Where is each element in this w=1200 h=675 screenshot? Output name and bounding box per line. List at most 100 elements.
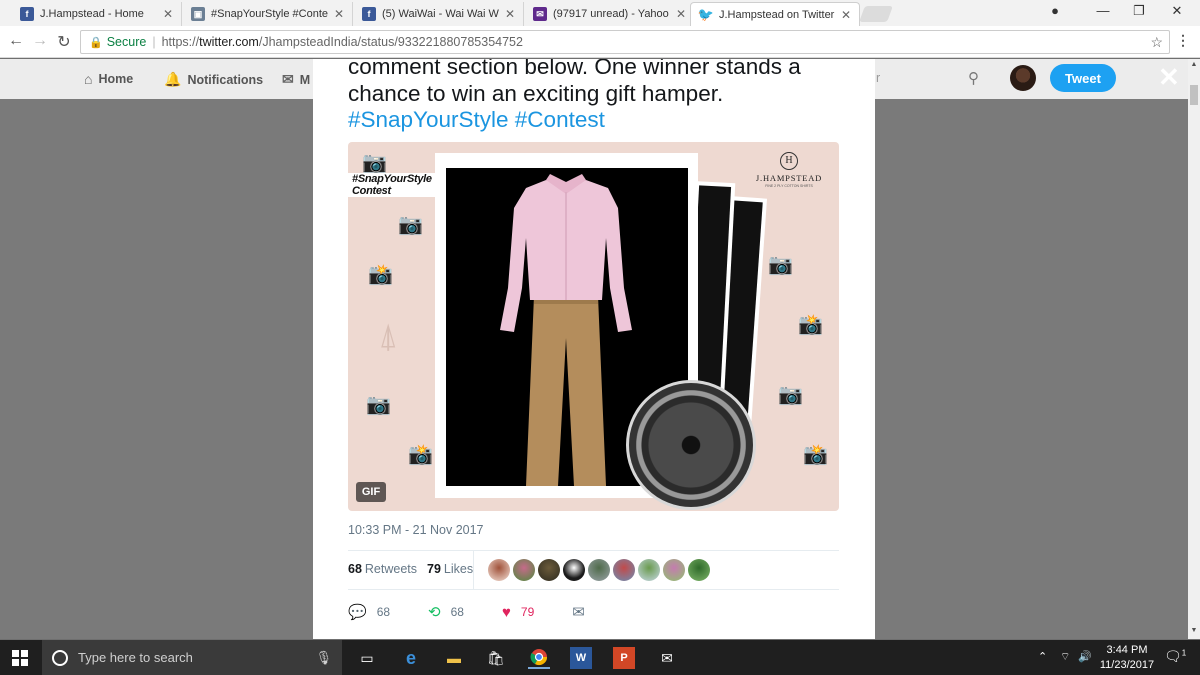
chrome-menu-icon[interactable]: ⋮	[1176, 32, 1190, 49]
camera-doodle-icon: 📷	[366, 394, 391, 416]
tweet-media-gif[interactable]: 📷 📷 📸 ⍋ 📷 📸 📷 📸 📷 📸 #SnapYourStyle Conte…	[348, 142, 839, 511]
avatar[interactable]	[538, 559, 560, 581]
twitter-icon: 🐦	[697, 6, 715, 22]
word-icon[interactable]: W	[570, 647, 592, 669]
nav-home[interactable]: ⌂ Home	[84, 71, 133, 87]
tweet-hashtags[interactable]: #SnapYourStyle #Contest	[348, 107, 605, 133]
tweet-stats: 68 Retweets 79 Likes	[348, 562, 473, 576]
envelope-icon: ✉	[572, 604, 585, 621]
tab-waiwai[interactable]: f (5) WaiWai - Wai Wai Wa ✕	[354, 2, 524, 26]
camera-doodle-icon: 📷	[778, 384, 803, 406]
search-placeholder-partial: r	[876, 71, 881, 85]
likes-count: 79	[427, 562, 441, 576]
tweet-button[interactable]: Tweet	[1050, 64, 1116, 92]
chrome-logo	[530, 649, 548, 666]
avatar[interactable]	[588, 559, 610, 581]
tray-expand-icon[interactable]: ⌃	[1038, 650, 1047, 663]
avatar[interactable]	[1010, 65, 1036, 91]
restore-icon[interactable]: ❐	[1124, 3, 1154, 19]
facebook-icon: f	[20, 7, 34, 21]
tab-snapyourstyle[interactable]: ▣ #SnapYourStyle #Contest ✕	[183, 2, 353, 26]
avatar[interactable]	[488, 559, 510, 581]
nav-notifications-label: Notifications	[187, 72, 264, 87]
taskbar-clock[interactable]: 3:44 PM 11/23/2017	[1092, 643, 1162, 673]
scroll-thumb[interactable]	[1190, 85, 1198, 105]
microphone-icon[interactable]: 🎙	[315, 650, 332, 666]
tab-title: (5) WaiWai - Wai Wai Wa	[382, 8, 499, 20]
close-window-icon[interactable]: ✕	[1162, 3, 1192, 19]
address-bar[interactable]: 🔒 Secure | https:// twitter.com /Jhampst…	[80, 30, 1170, 54]
nav-notifications[interactable]: 🔔 Notifications	[164, 71, 263, 88]
close-icon[interactable]: ✕	[676, 7, 686, 21]
store-icon[interactable]: 🛍	[485, 647, 507, 669]
scroll-up-icon[interactable]: ▲	[1188, 61, 1200, 68]
scroll-down-icon[interactable]: ▼	[1188, 627, 1200, 634]
envelope-icon: ✉	[282, 71, 294, 87]
like-button[interactable]: ♥ 79	[502, 604, 534, 621]
task-view-icon[interactable]: ▭	[356, 647, 378, 669]
close-icon[interactable]: ✕	[505, 7, 515, 21]
close-icon[interactable]: ✕	[841, 8, 851, 22]
avatar[interactable]	[638, 559, 660, 581]
retweets-count: 68	[348, 562, 362, 576]
tab-jhampstead-home[interactable]: f J.Hampstead - Home ✕	[12, 2, 182, 26]
windows-start-icon[interactable]	[12, 650, 28, 666]
wifi-icon[interactable]: ⌔	[1060, 650, 1070, 664]
profile-icon[interactable]: ●	[1040, 3, 1070, 18]
close-modal-icon[interactable]: ✕	[1158, 64, 1180, 90]
divider	[348, 550, 839, 551]
omnibox-separator: |	[152, 35, 156, 49]
page-scrollbar[interactable]: ▲ ▼	[1188, 59, 1200, 639]
tripod-doodle-icon: ⍋	[378, 317, 399, 355]
tab-title: J.Hampstead - Home	[40, 8, 144, 20]
brand-name: J.HAMPSTEAD	[755, 173, 823, 183]
tweet-actions: 💬 68 ⟲ 68 ♥ 79 ✉	[348, 603, 633, 622]
tweet-timestamp[interactable]: 10:33 PM - 21 Nov 2017	[348, 523, 484, 537]
search-field-partial[interactable]: r	[876, 71, 880, 85]
avatar[interactable]	[613, 559, 635, 581]
taskbar-search[interactable]: Type here to search 🎙	[42, 640, 342, 675]
cortana-icon	[52, 649, 68, 666]
powerpoint-icon[interactable]: P	[613, 647, 635, 669]
chrome-icon[interactable]	[528, 647, 550, 669]
bookmark-star-icon[interactable]: ☆	[1150, 34, 1163, 51]
retweets-label: Retweets	[364, 562, 418, 576]
reload-icon[interactable]: ↻	[54, 32, 74, 52]
lock-icon: 🔒	[89, 36, 103, 49]
search-icon[interactable]: ⚲	[968, 69, 979, 87]
tab-strip: f J.Hampstead - Home ✕ ▣ #SnapYourStyle …	[0, 0, 1200, 26]
avatar[interactable]	[513, 559, 535, 581]
direct-message-button[interactable]: ✉	[572, 603, 595, 621]
new-tab-button[interactable]	[859, 6, 893, 22]
like-count: 79	[520, 605, 535, 619]
nav-messages[interactable]: ✉ M	[282, 71, 310, 88]
reply-button[interactable]: 💬 68	[348, 603, 390, 621]
tab-twitter[interactable]: 🐦 J.Hampstead on Twitter: ✕	[690, 2, 860, 26]
browser-toolbar: ← → ↻ 🔒 Secure | https:// twitter.com /J…	[0, 26, 1200, 58]
tab-yahoo-mail[interactable]: ✉ (97917 unread) - Yahoo ✕	[525, 2, 695, 26]
close-icon[interactable]: ✕	[334, 7, 344, 21]
camera-doodle-icon: 📸	[408, 444, 433, 466]
file-explorer-icon[interactable]: ▬	[443, 647, 465, 669]
nav-messages-label: M	[299, 72, 311, 87]
volume-icon[interactable]: 🔊	[1078, 650, 1092, 663]
retweets-stat[interactable]: 68 Retweets	[348, 562, 417, 576]
retweet-icon: ⟲	[428, 604, 441, 621]
likes-stat[interactable]: 79 Likes	[427, 562, 473, 576]
avatar[interactable]	[688, 559, 710, 581]
retweet-button[interactable]: ⟲ 68	[428, 603, 464, 621]
tab-title: #SnapYourStyle #Contest	[211, 8, 328, 20]
back-icon[interactable]: ←	[6, 32, 26, 50]
tweet-text-line: chance to win an exciting gift hamper.	[348, 81, 724, 106]
forward-icon[interactable]: →	[30, 32, 50, 50]
avatar[interactable]	[563, 559, 585, 581]
heart-icon: ♥	[501, 603, 511, 621]
close-icon[interactable]: ✕	[163, 7, 173, 21]
minimize-icon[interactable]: —	[1088, 3, 1118, 18]
clock-date: 11/23/2017	[1099, 659, 1155, 671]
tab-title: (97917 unread) - Yahoo	[553, 8, 669, 20]
mail-app-icon[interactable]: ✉	[656, 647, 678, 669]
action-center-icon[interactable]: 🗨1	[1164, 648, 1186, 665]
edge-icon[interactable]: e	[400, 647, 422, 669]
avatar[interactable]	[663, 559, 685, 581]
